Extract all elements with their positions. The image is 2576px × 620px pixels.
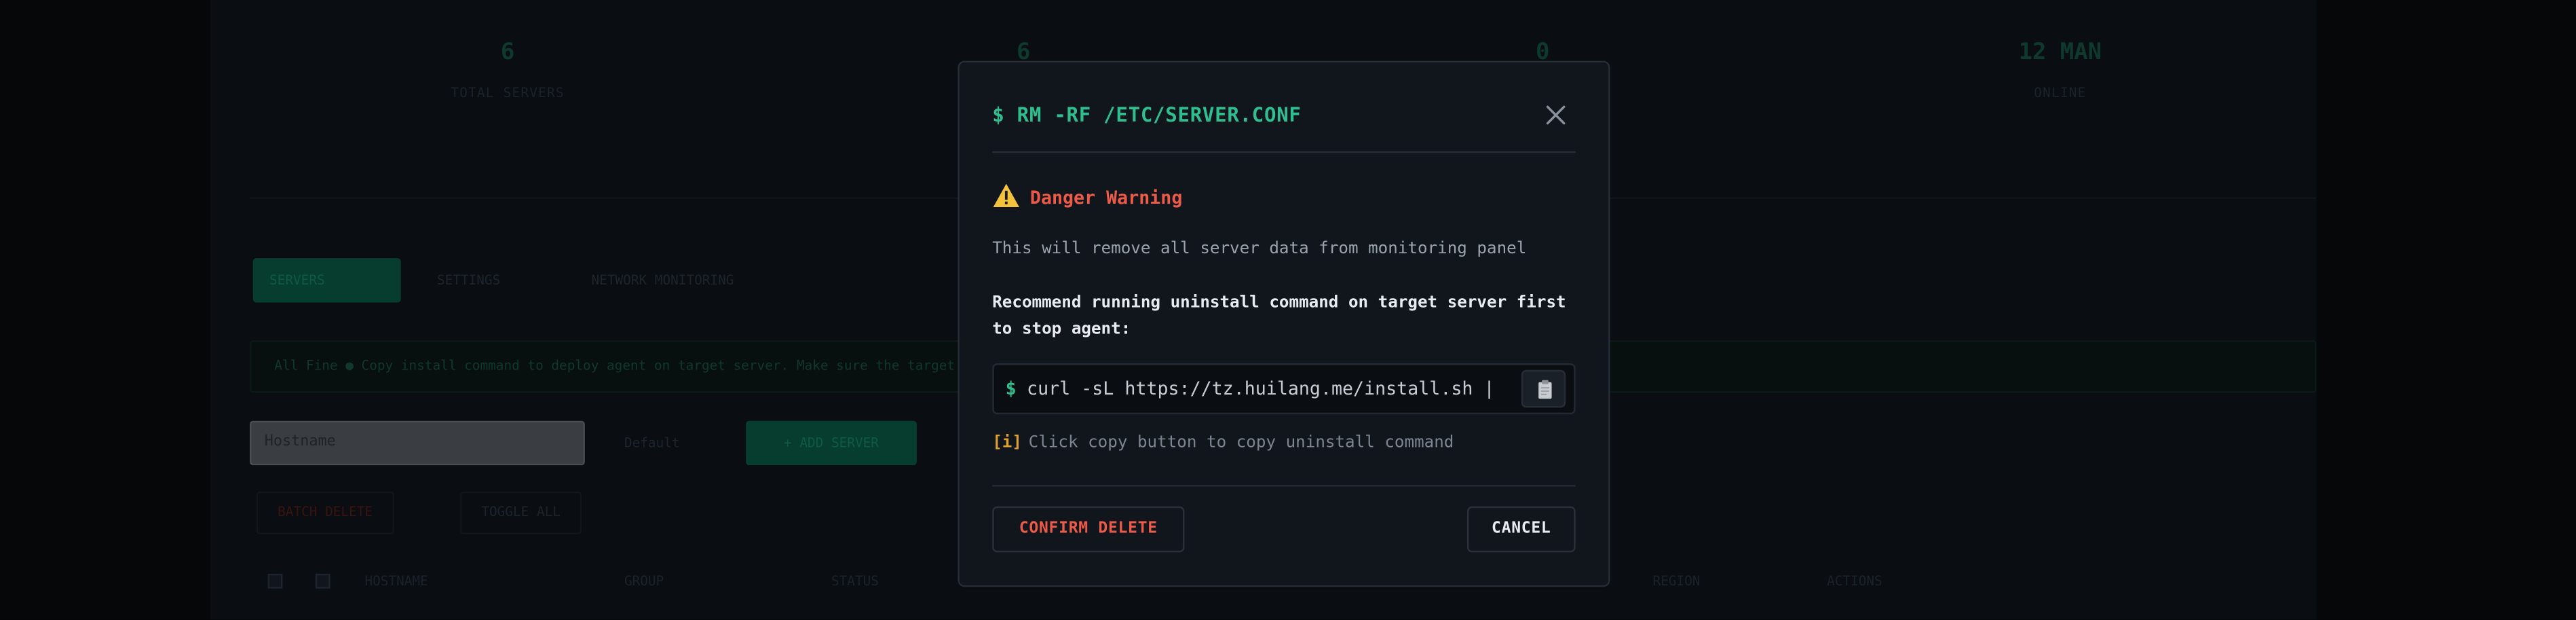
warning-triangle-icon [993,183,1019,208]
modal-header-divider [992,151,1576,153]
tab-network-monitoring[interactable]: NETWORK MONITORING [575,258,750,302]
clipboard-icon[interactable] [1523,371,1567,409]
tab-settings[interactable]: SETTINGS [421,258,517,302]
column-header: REGION [1652,573,1701,589]
warning-title: Danger Warning [1029,187,1183,209]
uninstall-command[interactable]: curl -sL https://tz.huilang.me/install.s… [1027,378,1494,399]
cancel-button[interactable]: CANCEL [1466,506,1576,553]
close-icon[interactable] [1541,101,1571,130]
stat-value: 6 [500,39,515,66]
stat-total-servers: 6 TOTAL SERVERS [343,39,672,101]
toggle-all-button[interactable]: TOGGLE ALL [459,491,582,534]
column-header: ACTIONS [1827,573,1882,589]
column-header: STATUS [831,573,879,589]
column-header: GROUP [624,573,664,589]
stat-label: ONLINE [2034,85,2087,101]
warning-description: This will remove all server data from mo… [992,240,1527,259]
confirm-delete-button[interactable]: CONFIRM DELETE [992,506,1185,553]
hint-text: Click copy button to copy uninstall comm… [1028,434,1454,452]
info-tag: [i] [992,434,1022,452]
uninstall-command-box: $ curl -sL https://tz.huilang.me/install… [992,363,1576,415]
select-all-checkbox[interactable] [267,573,283,589]
column-header: HOSTNAME [364,573,428,589]
app-stage: 6 TOTAL SERVERS 6 0 12 MAN ONLINE SERVER… [0,0,2576,620]
copy-button[interactable] [1521,369,1567,409]
batch-delete-button[interactable]: BATCH DELETE [256,491,394,534]
delete-server-modal: $ RM -RF /ETC/SERVER.CONF Danger Warning… [958,60,1610,587]
sort-select[interactable]: Default [611,421,740,465]
search-input[interactable]: Hostname [249,420,585,466]
add-server-button[interactable]: + ADD SERVER [746,420,917,466]
stat-traffic: 12 MAN ONLINE [1896,39,2224,101]
stat-value: 12 MAN [2018,39,2102,66]
stat-label: TOTAL SERVERS [451,85,565,101]
recommend-text: Recommend running uninstall command on t… [992,294,1566,339]
copy-hint: [i] Click copy button to copy uninstall c… [992,434,1454,452]
modal-footer-divider [992,485,1576,487]
modal-title: $ RM -RF /ETC/SERVER.CONF [992,103,1302,127]
command-prompt: $ [1005,378,1017,400]
close-button[interactable] [1541,101,1571,130]
tab-servers[interactable]: SERVERS [252,258,401,303]
row-checkbox[interactable] [315,573,330,589]
